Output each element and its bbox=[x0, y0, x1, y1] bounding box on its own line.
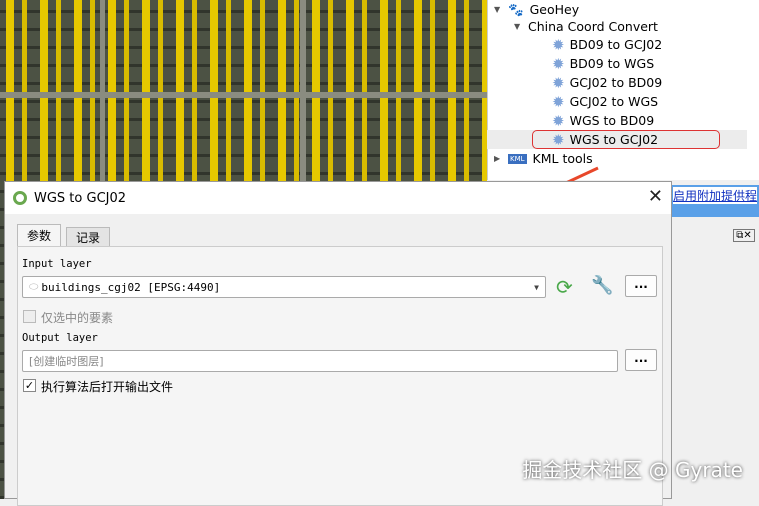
input-more-button[interactable]: ... bbox=[625, 275, 657, 297]
open-output-label: 执行算法后打开输出文件 bbox=[41, 380, 174, 394]
qgis-logo-icon bbox=[13, 191, 27, 205]
dialog-title: WGS to GCJ02 bbox=[34, 190, 127, 206]
dropdown-arrow-icon: ▼ bbox=[534, 282, 539, 292]
output-layer-label: Output layer bbox=[22, 332, 98, 344]
input-layer-select[interactable]: ⬭ buildings_cgj02 [EPSG:4490] ▼ bbox=[22, 276, 546, 298]
output-more-button[interactable]: ... bbox=[625, 349, 657, 371]
algorithm-dialog: WGS to GCJ02 ✕ 参数 记录 Input layer ⬭ buildi… bbox=[4, 181, 672, 506]
iterate-icon[interactable]: ⟳ bbox=[556, 275, 573, 299]
selected-only-checkbox[interactable] bbox=[23, 310, 36, 323]
tab-parameters[interactable]: 参数 bbox=[17, 224, 62, 246]
watermark: 掘金技术社区 @ Gyrate bbox=[522, 458, 743, 482]
tab-log[interactable]: 记录 bbox=[66, 227, 111, 246]
polygon-layer-icon: ⬭ bbox=[29, 280, 39, 293]
dialog-titlebar: WGS to GCJ02 bbox=[5, 182, 671, 214]
selected-only-label: 仅选中的要素 bbox=[41, 311, 114, 325]
wrench-icon[interactable]: 🔧 bbox=[591, 275, 613, 296]
output-layer-input[interactable]: [创建临时图层] bbox=[22, 350, 618, 372]
input-layer-label: Input layer bbox=[22, 258, 92, 270]
close-icon[interactable]: ✕ bbox=[648, 186, 663, 207]
open-output-checkbox[interactable]: ✓ bbox=[23, 379, 36, 392]
